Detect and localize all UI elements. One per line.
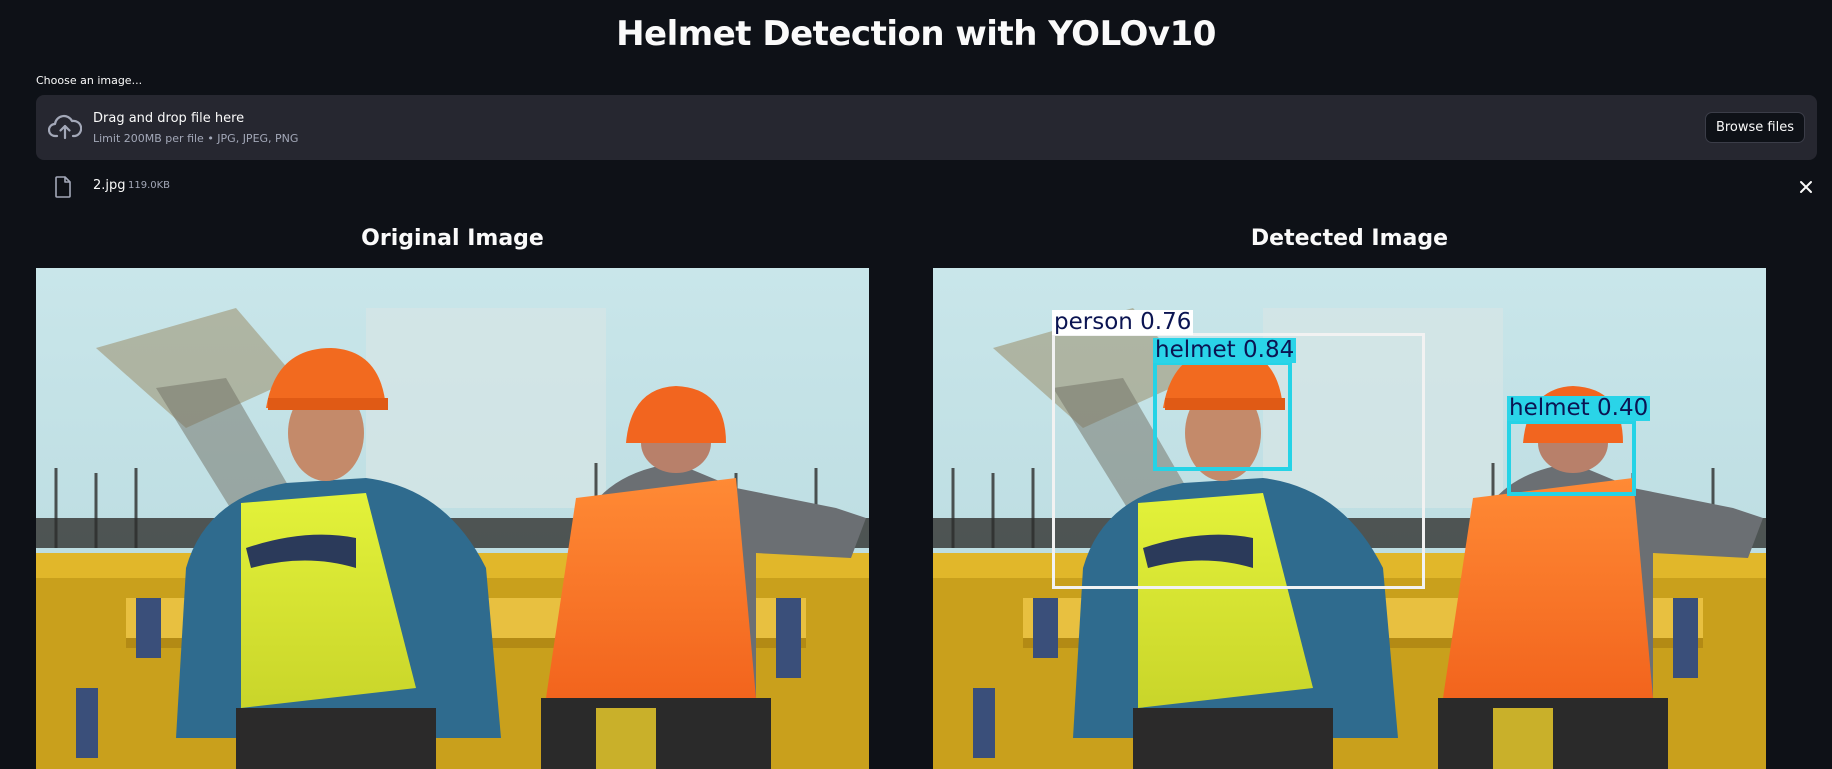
app-page: Helmet Detection with YOLOv10 Choose an …	[0, 0, 1832, 769]
detection-label-helmet-2: helmet 0.40	[1507, 395, 1651, 421]
page-title: Helmet Detection with YOLOv10	[616, 14, 1216, 54]
detection-box-helmet-1	[1153, 361, 1292, 471]
original-image	[36, 268, 869, 769]
file-dropzone[interactable]: Drag and drop file here Limit 200MB per …	[36, 95, 1817, 160]
file-icon	[55, 176, 71, 198]
dropzone-limit-text: Limit 200MB per file • JPG, JPEG, PNG	[93, 132, 299, 145]
remove-file-button[interactable]	[1795, 176, 1817, 198]
browse-files-button[interactable]: Browse files	[1704, 112, 1805, 143]
dropzone-title: Drag and drop file here	[93, 111, 245, 126]
detection-label-helmet-1: helmet 0.84	[1153, 337, 1297, 363]
detection-box-helmet-2	[1507, 420, 1636, 496]
cloud-upload-icon	[48, 114, 82, 140]
original-image-title: Original Image	[361, 226, 544, 251]
uploaded-file-size: 119.0KB	[128, 180, 171, 191]
detected-image-title: Detected Image	[1250, 226, 1449, 251]
detected-image: person 0.76 helmet 0.84 helmet 0.40	[933, 268, 1766, 769]
detection-label-person: person 0.76	[1052, 309, 1194, 335]
uploaded-file-name: 2.jpg	[93, 178, 126, 193]
uploader-label: Choose an image...	[36, 74, 143, 87]
close-icon	[1800, 181, 1812, 193]
uploaded-file-row: 2.jpg 119.0KB	[36, 172, 1817, 202]
original-photo	[36, 268, 869, 769]
